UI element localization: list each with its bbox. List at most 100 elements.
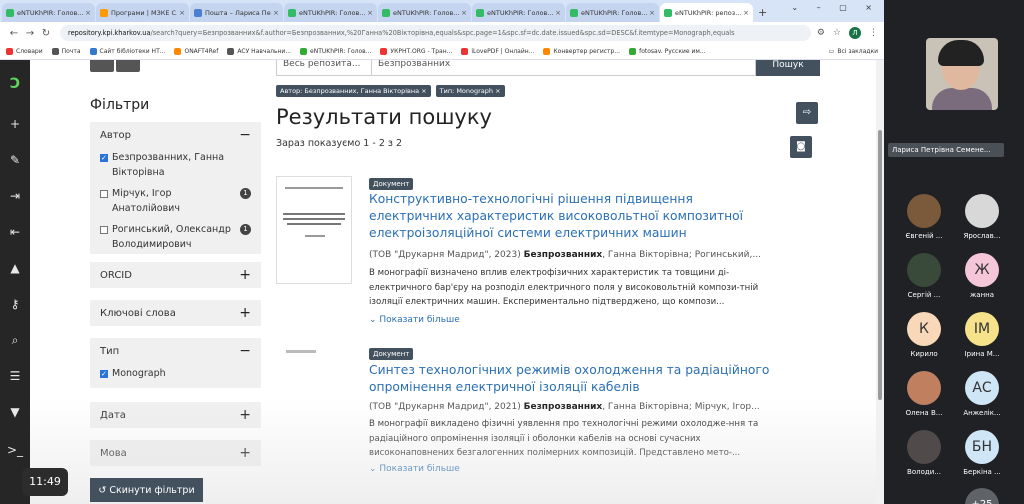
bookmark-label: fotosav. Русские им... [639, 48, 706, 55]
terminal-icon[interactable]: >_ [7, 442, 23, 458]
search-icon[interactable]: ⌕ [7, 332, 23, 348]
participant-tile[interactable]: Жжанна [956, 253, 1008, 299]
facet-keywords[interactable]: Ключові слова + [90, 300, 261, 326]
facet-orcid[interactable]: ORCID + [90, 262, 261, 288]
bookmark-item[interactable]: Словари [6, 48, 43, 55]
browser-tab[interactable]: Програми | МЗКЕ С... × [96, 3, 189, 22]
all-bookmarks[interactable]: ▭ Всі закладки [829, 48, 878, 55]
bookmark-label: Сайт бібліотеки НТ... [99, 48, 166, 55]
more-participants[interactable]: +25 [956, 488, 1008, 504]
bookmark-item[interactable]: ONAFT4Ref [174, 48, 218, 55]
facet-language[interactable]: Мова + [90, 440, 261, 466]
profile-avatar[interactable]: Л [849, 27, 861, 39]
browser-tab[interactable]: eNTUKhPIR: Голов... × [284, 3, 377, 22]
list-icon[interactable]: ☰ [7, 368, 23, 384]
plus-icon[interactable]: + [7, 116, 23, 132]
scrollbar-thumb[interactable] [878, 130, 882, 400]
browser-tab[interactable]: eNTUKhPIR: репоз... × [660, 3, 753, 22]
facet-author-item[interactable]: Безпрозванних, Ганна Вікторівна [90, 148, 261, 184]
facet-date[interactable]: Дата + [90, 402, 261, 428]
active-filter-chip[interactable]: Автор: Безпрозванних, Ганна Вікторівна × [276, 85, 431, 97]
bookmark-item[interactable]: Сайт бібліотеки НТ... [89, 48, 166, 55]
filter-icon[interactable]: ▼ [7, 404, 23, 420]
close-icon[interactable]: × [649, 9, 655, 17]
participant-tile[interactable]: ІМ Ірина М... [956, 312, 1008, 358]
import-icon[interactable]: ⇥ [7, 188, 23, 204]
close-icon[interactable]: × [461, 9, 467, 17]
browser-tab[interactable]: Пошта – Лариса Пет...× [190, 3, 283, 22]
bookmark-item[interactable]: fotosav. Русские им... [629, 48, 706, 55]
bookmark-item[interactable]: АСУ Навчальни... [227, 48, 291, 55]
tab-label: eNTUKhPIR: репоз... [675, 8, 742, 17]
bell-icon[interactable]: ▲ [7, 260, 23, 276]
grid-view-button[interactable] [116, 60, 140, 72]
facet-type-item[interactable]: Monograph [90, 364, 261, 385]
participant-tile[interactable]: К Кирило [898, 312, 950, 358]
page-scrollbar[interactable] [876, 60, 884, 504]
reset-filters-button[interactable]: ↺ Скинути фільтри [90, 478, 203, 502]
bookmark-item[interactable]: УКРНТ.ORG - Тран... [380, 48, 452, 55]
bookmark-favicon-icon [51, 48, 59, 55]
search-button[interactable]: Пошук [756, 60, 820, 76]
new-tab-icon[interactable]: + [758, 6, 767, 19]
app-sidebar: Ɔ + ✎ ⇥ ⇤ ▲ ⚷ ⌕ ☰ ▼ >_ [0, 60, 30, 504]
checkbox[interactable] [100, 367, 108, 382]
show-more-link[interactable]: ⌄ Показати більше [369, 464, 460, 474]
facet-author-item[interactable]: Мірчук, Ігор Анатолійович 1 [90, 184, 261, 220]
key-icon[interactable]: ⚷ [7, 296, 23, 312]
participant-tile[interactable]: Ярослав... [956, 194, 1008, 240]
result-thumbnail[interactable] [286, 350, 316, 353]
facet-author-header[interactable]: Автор − [90, 122, 261, 148]
url-field[interactable]: repository.kpi.kharkov.ua /search?query=… [60, 25, 811, 41]
bookmark-star-icon[interactable]: ☆ [833, 28, 841, 38]
search-input[interactable]: Безпрозванних [372, 60, 756, 76]
close-icon[interactable]: × [743, 9, 749, 17]
participant-name: Євгеній ... [905, 232, 943, 240]
participant-tile[interactable]: Сергій ... [898, 253, 950, 299]
checkbox[interactable] [100, 190, 108, 198]
participant-tile[interactable]: АС Анжелік... [956, 371, 1008, 417]
participant-tile[interactable]: Олена В... [898, 371, 950, 417]
search-scope-select[interactable]: Весь репозита... [276, 60, 372, 76]
result-title-link[interactable]: Синтез технологічних режимів охолодження… [369, 362, 774, 396]
facet-author-item[interactable]: Рогинський, Олександр Володимирович 1 [90, 220, 261, 256]
screen: eNTUKhPIR: Голов... × Програми | МЗКЕ С...… [0, 0, 1024, 504]
rss-button[interactable]: ◙ [790, 136, 812, 158]
reload-icon[interactable]: ↻ [38, 28, 54, 39]
checkbox[interactable] [100, 226, 108, 234]
browser-tab[interactable]: eNTUKhPIR: Голов... × [2, 3, 95, 22]
result-title-link[interactable]: Конструктивно-технологічні рішення підви… [369, 191, 774, 242]
browser-tab[interactable]: eNTUKhPIR: Голов... × [566, 3, 659, 22]
browser-tab[interactable]: eNTUKhPIR: Голов... × [378, 3, 471, 22]
show-more-link[interactable]: ⌄ Показати більше [369, 315, 460, 325]
window-controls[interactable]: ⌄ – ▢ × [791, 3, 880, 12]
bookmark-item[interactable]: eNTUKhPIR: Голов... [300, 48, 371, 55]
list-view-button[interactable] [90, 60, 114, 72]
participant-tile[interactable]: Володи... [898, 430, 950, 476]
facet-type-header[interactable]: Тип − [90, 338, 261, 364]
close-icon[interactable]: × [273, 9, 279, 17]
forward-icon[interactable]: → [22, 28, 38, 39]
bookmark-item[interactable]: Почта [51, 48, 81, 55]
bookmark-item[interactable]: iLovePDF | Онлайн... [461, 48, 534, 55]
back-icon[interactable]: ← [6, 28, 22, 39]
participant-tile[interactable]: Євгеній ... [898, 194, 950, 240]
bookmark-label: eNTUKhPIR: Голов... [310, 48, 372, 55]
menu-icon[interactable]: ⋮ [869, 28, 878, 38]
pencil-icon[interactable]: ✎ [7, 152, 23, 168]
checkbox[interactable] [100, 151, 108, 166]
participant-tile[interactable]: БН Беркіна ... [956, 430, 1008, 476]
close-icon[interactable]: × [85, 9, 91, 17]
active-filter-chip[interactable]: Тип: Monograph × [435, 85, 505, 97]
result-thumbnail[interactable] [276, 176, 352, 284]
close-icon[interactable]: × [555, 9, 561, 17]
export-button[interactable]: ⇨ [796, 102, 818, 124]
video-call-panel [884, 0, 1024, 504]
app-logo-icon[interactable]: Ɔ [7, 76, 23, 92]
extensions-icon[interactable]: ⚙ [817, 28, 825, 38]
export-icon[interactable]: ⇤ [7, 224, 23, 240]
close-icon[interactable]: × [367, 9, 373, 17]
bookmark-item[interactable]: Конвертер регистр... [543, 48, 620, 55]
browser-tab[interactable]: eNTUKhPIR: Голов... × [472, 3, 565, 22]
close-icon[interactable]: × [179, 9, 185, 17]
